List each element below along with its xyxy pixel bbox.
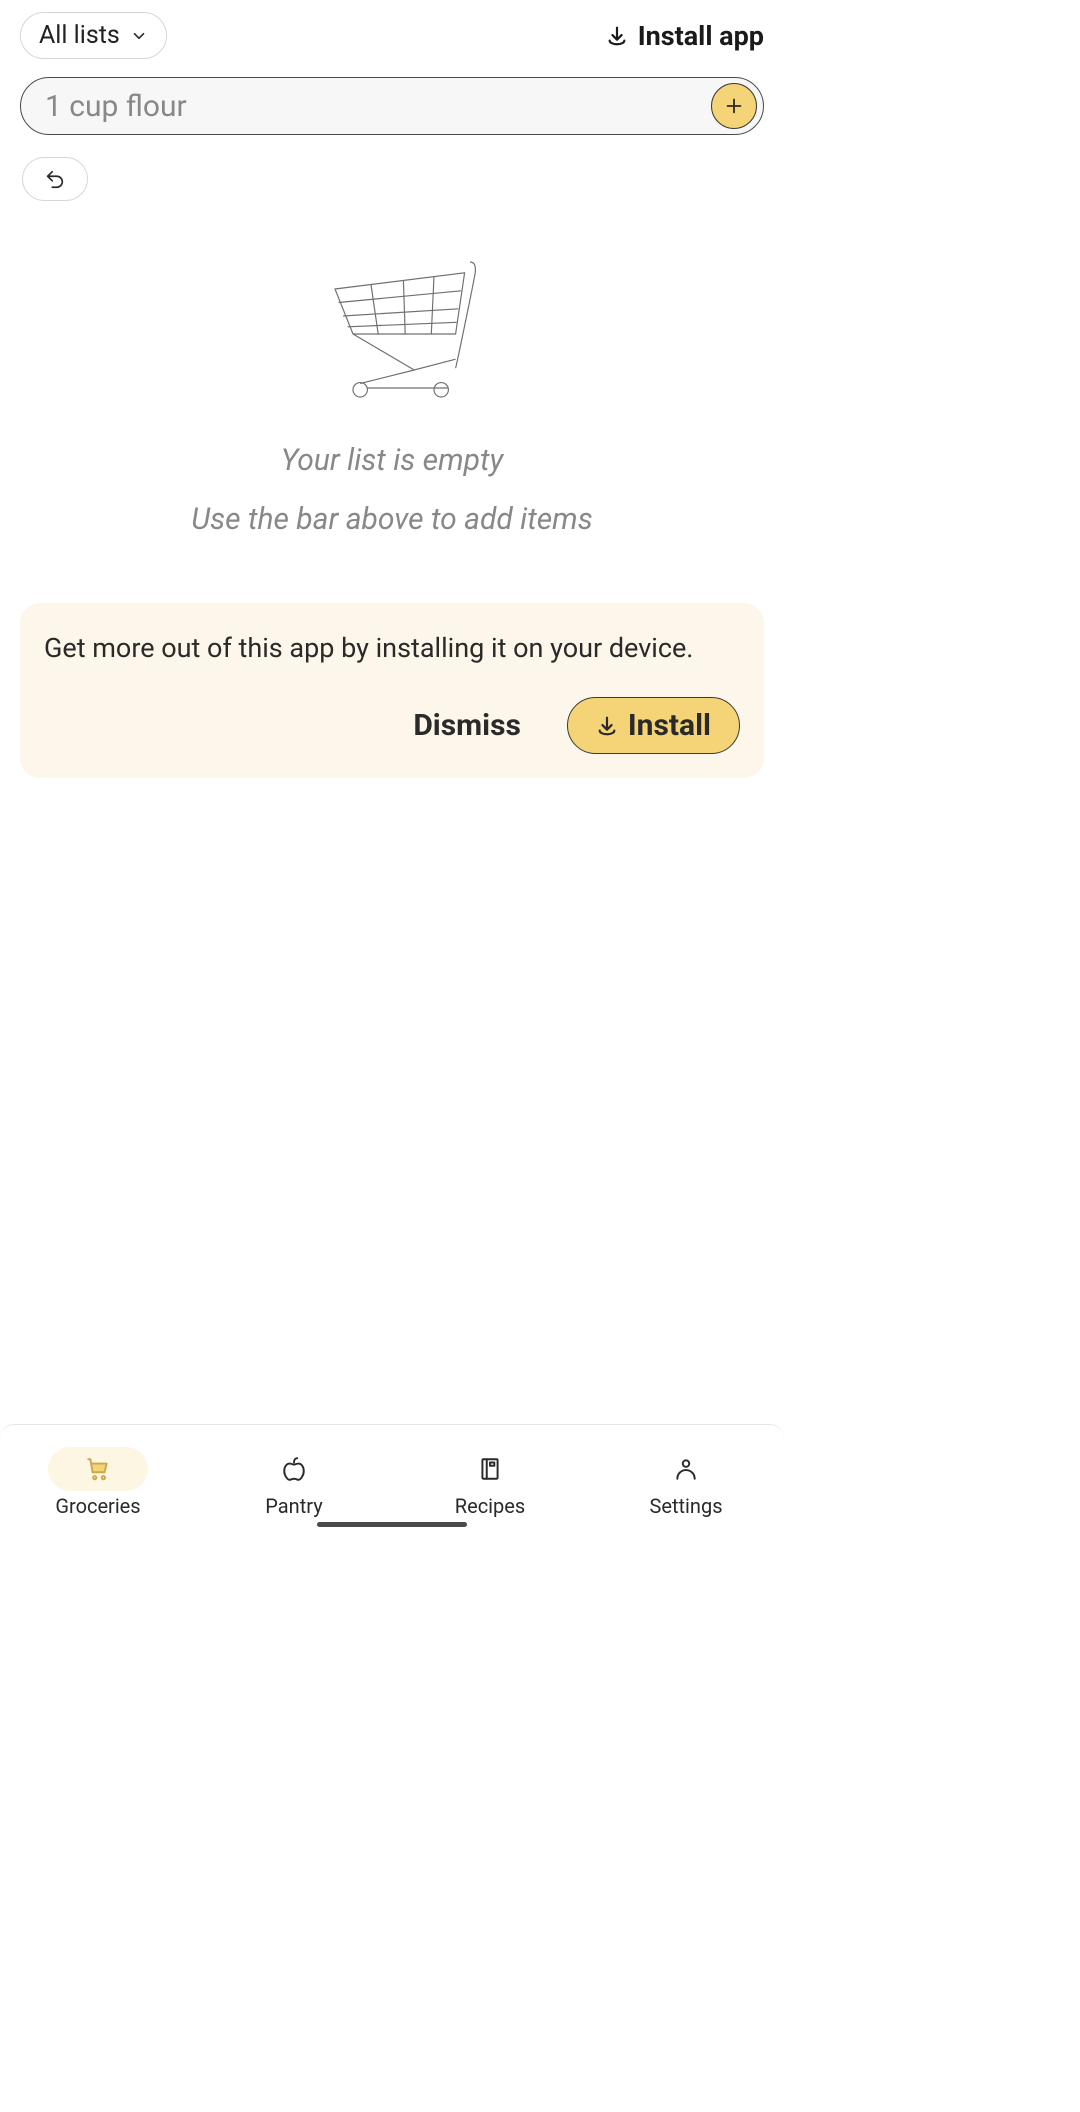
install-button-label: Install <box>628 708 711 743</box>
tab-label: Groceries <box>55 1494 140 1518</box>
add-item-button[interactable] <box>711 83 757 129</box>
empty-cart-icon <box>308 249 488 419</box>
cart-icon <box>85 1456 111 1482</box>
tab-label: Pantry <box>265 1494 322 1518</box>
chevron-down-icon <box>130 27 148 45</box>
home-indicator <box>317 1522 467 1527</box>
empty-state-subtitle: Use the bar above to add items <box>191 502 592 537</box>
empty-state-title: Your list is empty <box>281 443 503 478</box>
install-banner-text: Get more out of this app by installing i… <box>44 629 740 667</box>
apple-icon <box>281 1456 307 1482</box>
undo-icon <box>44 168 66 190</box>
tab-label: Settings <box>649 1494 722 1518</box>
book-icon <box>477 1456 503 1482</box>
list-selector-dropdown[interactable]: All lists <box>20 12 167 59</box>
install-button[interactable]: Install <box>567 697 740 754</box>
download-icon <box>596 715 618 737</box>
dismiss-button[interactable]: Dismiss <box>413 708 521 743</box>
plus-icon <box>723 95 745 117</box>
tab-settings[interactable]: Settings <box>588 1425 784 1534</box>
tab-pantry[interactable]: Pantry <box>196 1425 392 1534</box>
bottom-tab-bar: Groceries Pantry Recipes Settings <box>0 1424 784 1534</box>
tab-label: Recipes <box>455 1494 525 1518</box>
download-icon <box>606 25 628 47</box>
install-app-header-button[interactable]: Install app <box>606 20 764 52</box>
install-app-header-label: Install app <box>638 20 764 52</box>
person-icon <box>673 1456 699 1482</box>
list-selector-label: All lists <box>39 21 120 50</box>
add-item-input[interactable] <box>45 89 711 124</box>
tab-groceries[interactable]: Groceries <box>0 1425 196 1534</box>
install-banner: Get more out of this app by installing i… <box>20 603 764 778</box>
undo-button[interactable] <box>22 157 88 201</box>
tab-recipes[interactable]: Recipes <box>392 1425 588 1534</box>
add-item-input-wrap[interactable] <box>20 77 764 135</box>
